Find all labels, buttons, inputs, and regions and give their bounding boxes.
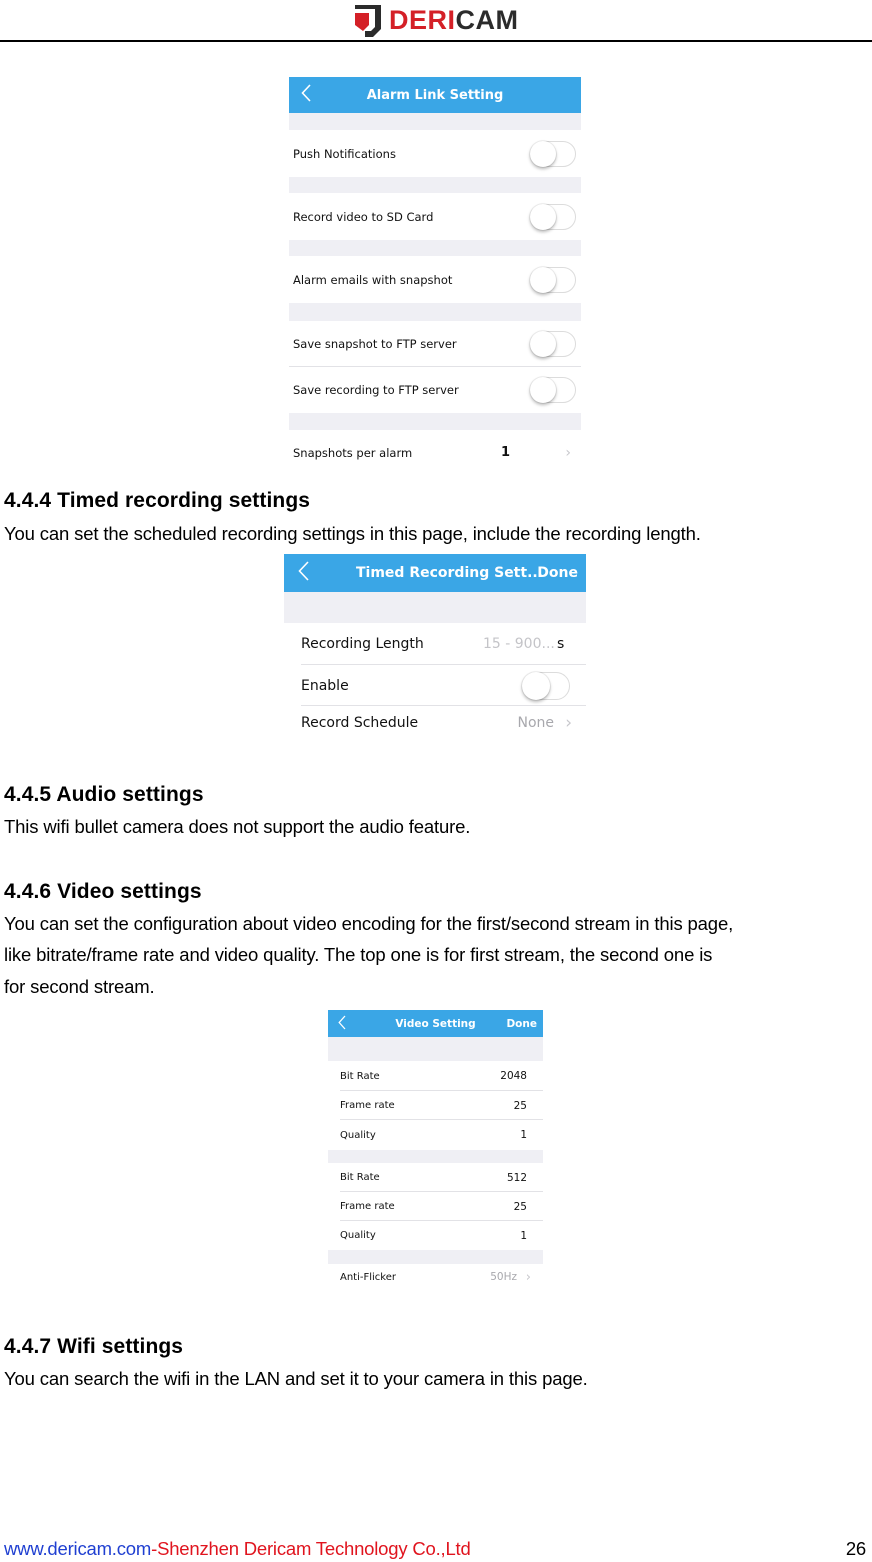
enable-row: Enable [284, 665, 586, 706]
row-label: Record Schedule [301, 715, 419, 731]
row-label: Quality [340, 1230, 376, 1241]
toggle-knob [530, 203, 556, 230]
push-notifications-row: Push Notifications [289, 130, 581, 177]
recording-length-unit: s [557, 636, 565, 652]
save-recording-ftp-row: Save recording to FTP server [289, 367, 581, 413]
first-stream-frame-rate-value: 25 [513, 1099, 527, 1112]
row-label: Recording Length [301, 636, 424, 652]
chevron-right-icon: › [565, 713, 572, 733]
second-stream-frame-rate-row[interactable]: Frame rate 25 [328, 1192, 543, 1221]
toggle-knob [530, 140, 556, 167]
row-label: Save snapshot to FTP server [293, 337, 457, 351]
done-button[interactable]: Done [506, 1018, 537, 1030]
toggle-knob [530, 331, 556, 357]
footer-url-link[interactable]: www.dericam.com [4, 1538, 151, 1559]
section-body-timed-recording: You can set the scheduled recording sett… [4, 523, 701, 544]
page-number: 26 [845, 1538, 866, 1559]
second-stream-bit-rate-value: 512 [506, 1171, 527, 1184]
chevron-left-icon[interactable] [298, 561, 309, 585]
section-body-audio: This wifi bullet camera does not support… [4, 816, 471, 837]
video-setting-screenshot: Video Setting Done Bit Rate 2048 Frame r… [328, 1010, 543, 1290]
record-sd-card-row: Record video to SD Card [289, 193, 581, 240]
toggle-knob [530, 377, 556, 403]
record-schedule-row[interactable]: Record Schedule None › [284, 706, 586, 740]
anti-flicker-row[interactable]: Anti-Flicker 50Hz › [328, 1264, 543, 1290]
section-heading-timed-recording: 4.4.4 Timed recording settings [4, 489, 311, 512]
section-body-video-line-2: like bitrate/frame rate and video qualit… [4, 944, 713, 965]
save-snapshot-ftp-row: Save snapshot to FTP server [289, 321, 581, 367]
row-label: Alarm emails with snapshot [293, 272, 453, 287]
row-label: Record video to SD Card [293, 209, 434, 224]
dericam-shield-icon [353, 3, 383, 37]
alarm-link-setting-screenshot: Alarm Link Setting Push Notifications Re… [289, 77, 581, 470]
row-label: Push Notifications [293, 146, 396, 161]
recording-length-input[interactable]: 15 - 900... [483, 636, 555, 652]
toggle-knob [522, 671, 550, 700]
dericam-logo: DERICAM [353, 2, 519, 38]
logo-text: DERICAM [389, 4, 519, 35]
snapshots-per-alarm-value: 1 [501, 445, 511, 460]
footer-company: Shenzhen Dericam Technology Co.,Ltd [157, 1538, 471, 1559]
section-body-video-line-1: You can set the configuration about vide… [4, 913, 734, 934]
navbar: Video Setting Done [328, 1010, 543, 1037]
chevron-right-icon: › [525, 1269, 531, 1285]
alarm-emails-row: Alarm emails with snapshot [289, 256, 581, 303]
section-heading-wifi: 4.4.7 Wifi settings [4, 1335, 184, 1358]
second-stream-frame-rate-value: 25 [513, 1200, 527, 1213]
row-label: Bit Rate [340, 1172, 380, 1183]
first-stream-bit-rate-row[interactable]: Bit Rate 2048 [328, 1061, 543, 1091]
row-label: Enable [301, 677, 349, 694]
toggle-knob [530, 266, 556, 293]
section-body-wifi: You can search the wifi in the LAN and s… [4, 1368, 588, 1389]
timed-recording-screenshot: Timed Recording Sett... Done Recording L… [284, 554, 586, 740]
snapshots-per-alarm-row[interactable]: Snapshots per alarm 1 › [289, 430, 581, 470]
second-stream-bit-rate-row[interactable]: Bit Rate 512 [328, 1163, 543, 1192]
page-header: DERICAM [0, 0, 872, 42]
row-label: Bit Rate [340, 1070, 380, 1082]
record-schedule-value: None [517, 715, 554, 731]
chevron-right-icon: › [565, 444, 571, 461]
save-recording-ftp-toggle[interactable] [530, 377, 576, 403]
save-snapshot-ftp-toggle[interactable] [530, 331, 576, 357]
row-label: Frame rate [340, 1100, 395, 1111]
navbar-title: Video Setting [395, 1017, 476, 1030]
anti-flicker-value: 50Hz [490, 1271, 517, 1283]
chevron-left-icon[interactable] [338, 1015, 346, 1033]
navbar-title: Timed Recording Sett... [356, 565, 544, 581]
row-label: Anti-Flicker [340, 1271, 396, 1283]
enable-toggle[interactable] [522, 671, 570, 700]
first-stream-frame-rate-row[interactable]: Frame rate 25 [328, 1091, 543, 1120]
record-sd-card-toggle[interactable] [530, 203, 576, 230]
done-button[interactable]: Done [537, 565, 578, 581]
second-stream-quality-row[interactable]: Quality 1 [328, 1221, 543, 1250]
row-label: Save recording to FTP server [293, 383, 459, 397]
alarm-emails-toggle[interactable] [530, 266, 576, 293]
section-heading-video: 4.4.6 Video settings [4, 880, 202, 903]
row-label: Quality [340, 1129, 376, 1141]
row-label: Frame rate [340, 1201, 395, 1212]
recording-length-row: Recording Length 15 - 900... s [284, 623, 586, 665]
first-stream-bit-rate-value: 2048 [500, 1070, 527, 1082]
navbar: Timed Recording Sett... Done [284, 554, 586, 592]
chevron-left-icon[interactable] [301, 84, 311, 106]
first-stream-quality-row[interactable]: Quality 1 [328, 1120, 543, 1150]
second-stream-quality-value: 1 [520, 1229, 527, 1242]
row-label: Snapshots per alarm [293, 445, 413, 460]
push-notifications-toggle[interactable] [530, 140, 576, 167]
section-heading-audio: 4.4.5 Audio settings [4, 783, 204, 806]
navbar-title: Alarm Link Setting [366, 87, 504, 103]
page-footer: www.dericam.com-Shenzhen Dericam Technol… [4, 1538, 866, 1560]
first-stream-quality-value: 1 [520, 1129, 527, 1141]
section-body-video-line-3: for second stream. [4, 976, 155, 997]
navbar: Alarm Link Setting [289, 77, 581, 113]
